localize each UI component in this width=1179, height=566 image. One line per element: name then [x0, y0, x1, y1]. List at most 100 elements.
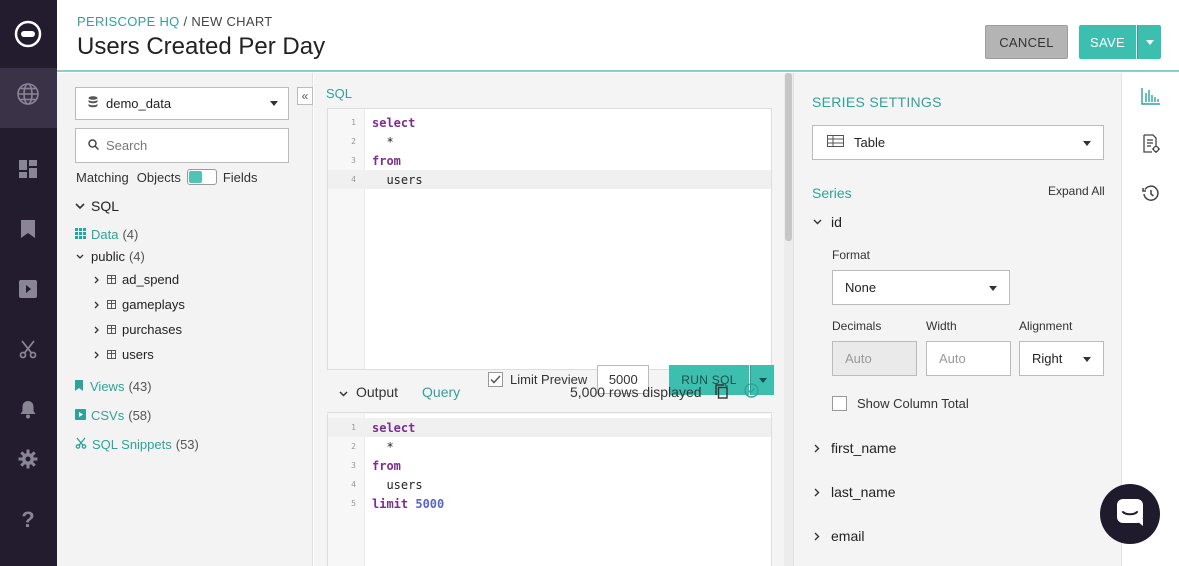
series-settings-title: SERIES SETTINGS: [812, 94, 942, 110]
history-icon[interactable]: [1140, 183, 1162, 205]
code-line[interactable]: 2 *: [328, 437, 771, 456]
bell-icon[interactable]: [14, 395, 42, 423]
help-icon[interactable]: ?: [14, 505, 42, 533]
database-select-value: demo_data: [106, 96, 172, 111]
code-line[interactable]: 1 select: [328, 418, 771, 437]
save-button[interactable]: SAVE: [1079, 25, 1136, 59]
tree-table-item[interactable]: ad_spend: [91, 272, 179, 287]
snippet-icon[interactable]: [14, 335, 42, 363]
chevron-right-icon: [91, 351, 101, 359]
code-text: *: [372, 440, 393, 454]
tree-table-item[interactable]: purchases: [91, 322, 182, 337]
cancel-button[interactable]: CANCEL: [985, 25, 1068, 59]
csvs-count: (58): [128, 408, 152, 423]
code-line[interactable]: 1 select: [328, 113, 771, 132]
copy-icon[interactable]: [715, 384, 728, 402]
breadcrumb-current: NEW CHART: [191, 14, 273, 29]
tree-table-item[interactable]: gameplays: [91, 297, 185, 312]
series-field-name: first_name: [831, 440, 897, 456]
series-field-row[interactable]: last_name: [812, 484, 896, 500]
chat-launcher-button[interactable]: [1100, 484, 1160, 544]
tree-table-item[interactable]: users: [91, 347, 154, 362]
chevron-down-icon[interactable]: [339, 384, 348, 400]
page-title[interactable]: Users Created Per Day: [77, 33, 325, 61]
output-tab[interactable]: Output: [356, 384, 398, 400]
code-line[interactable]: 5 limit 5000: [328, 494, 771, 513]
gear-icon[interactable]: [14, 445, 42, 473]
table-name: ad_spend: [122, 272, 180, 287]
line-number: 1: [351, 423, 356, 432]
schema-search-input[interactable]: Search: [75, 128, 289, 163]
series-field-row[interactable]: email: [812, 528, 864, 544]
line-number: 3: [351, 461, 356, 470]
sql-editor-area: SQL 1 select 2 * 3 from 4 users Limit Preview…: [314, 73, 793, 566]
series-field-row[interactable]: first_name: [812, 440, 896, 456]
chevron-down-icon: [270, 101, 278, 106]
width-input[interactable]: Auto: [926, 341, 1011, 376]
tree-csvs[interactable]: CSVs (58): [75, 408, 151, 423]
tree-sql-snippets[interactable]: SQL Snippets (53): [75, 437, 199, 452]
series-field-id[interactable]: id: [812, 214, 842, 230]
scrollbar-thumb[interactable]: [785, 73, 792, 241]
snippets-label: SQL Snippets: [92, 437, 172, 452]
breadcrumb-root-link[interactable]: PERISCOPE HQ: [77, 14, 180, 29]
sql-keyword: select: [372, 420, 416, 435]
code-line[interactable]: 4 users: [328, 475, 771, 494]
query-tab[interactable]: Query: [422, 384, 460, 400]
logo-icon[interactable]: [14, 20, 42, 48]
tree-sql-section[interactable]: SQL: [75, 198, 119, 214]
sql-token: users: [372, 477, 423, 492]
alignment-select[interactable]: Right: [1019, 341, 1104, 376]
tree-public-schema[interactable]: public (4): [75, 249, 145, 264]
matching-label: Matching: [76, 169, 129, 185]
show-column-total-checkbox[interactable]: [832, 396, 847, 411]
sql-keyword: from: [372, 458, 401, 473]
sql-keyword: limit: [372, 496, 409, 511]
bar-chart-icon[interactable]: [1140, 85, 1162, 107]
line-number: 1: [351, 118, 356, 127]
objects-fields-toggle[interactable]: [186, 169, 217, 185]
data-count: (4): [122, 227, 139, 242]
code-text: from: [372, 154, 401, 168]
chart-type-value: Table: [854, 135, 886, 150]
decimals-label: Decimals: [832, 319, 882, 333]
database-select[interactable]: demo_data: [75, 87, 289, 120]
chevron-right-icon: [812, 488, 822, 497]
format-select[interactable]: None: [832, 270, 1010, 305]
code-line[interactable]: 2 *: [328, 132, 771, 151]
code-line[interactable]: 3 from: [328, 456, 771, 475]
grid-icon: [75, 227, 86, 242]
chart-type-select[interactable]: Table: [812, 125, 1104, 160]
chevron-right-icon: [91, 301, 101, 309]
tree-data[interactable]: Data (4): [75, 227, 138, 242]
document-settings-icon[interactable]: [1140, 133, 1162, 155]
show-column-total-label: Show Column Total: [857, 396, 969, 411]
editor-scrollbar[interactable]: [784, 73, 793, 566]
sql-section-title: SQL: [326, 86, 353, 101]
chevron-down-icon: [812, 219, 822, 225]
collapse-panel-button[interactable]: «: [297, 87, 313, 105]
chevron-right-icon: [812, 532, 822, 541]
save-options-dropdown[interactable]: [1137, 25, 1161, 59]
tree-views[interactable]: Views (43): [75, 379, 152, 394]
views-count: (43): [128, 379, 152, 394]
public-label: public: [91, 249, 125, 264]
code-line[interactable]: 4 users: [328, 170, 771, 189]
expand-all-link[interactable]: Expand All: [1048, 184, 1105, 198]
csv-icon: [75, 408, 86, 423]
sql-keyword: from: [372, 153, 401, 168]
dashboard-icon[interactable]: [14, 155, 42, 183]
code-text: users: [372, 477, 423, 492]
bookmark-icon[interactable]: [14, 215, 42, 243]
line-number: 4: [351, 480, 356, 489]
series-field-name: email: [831, 528, 865, 544]
chevron-right-icon: [91, 326, 101, 334]
decimals-input[interactable]: Auto: [832, 341, 917, 376]
executed-query-view[interactable]: 1 select 2 * 3 from 4 users 5 limit 5000: [327, 414, 772, 566]
data-label: Data: [91, 227, 119, 242]
code-line[interactable]: 3 from: [328, 151, 771, 170]
globe-icon[interactable]: [14, 80, 42, 108]
sql-editor[interactable]: 1 select 2 * 3 from 4 users Limit Preview 500…: [327, 108, 774, 395]
sql-keyword: select: [372, 115, 416, 130]
view-icon[interactable]: [14, 275, 42, 303]
